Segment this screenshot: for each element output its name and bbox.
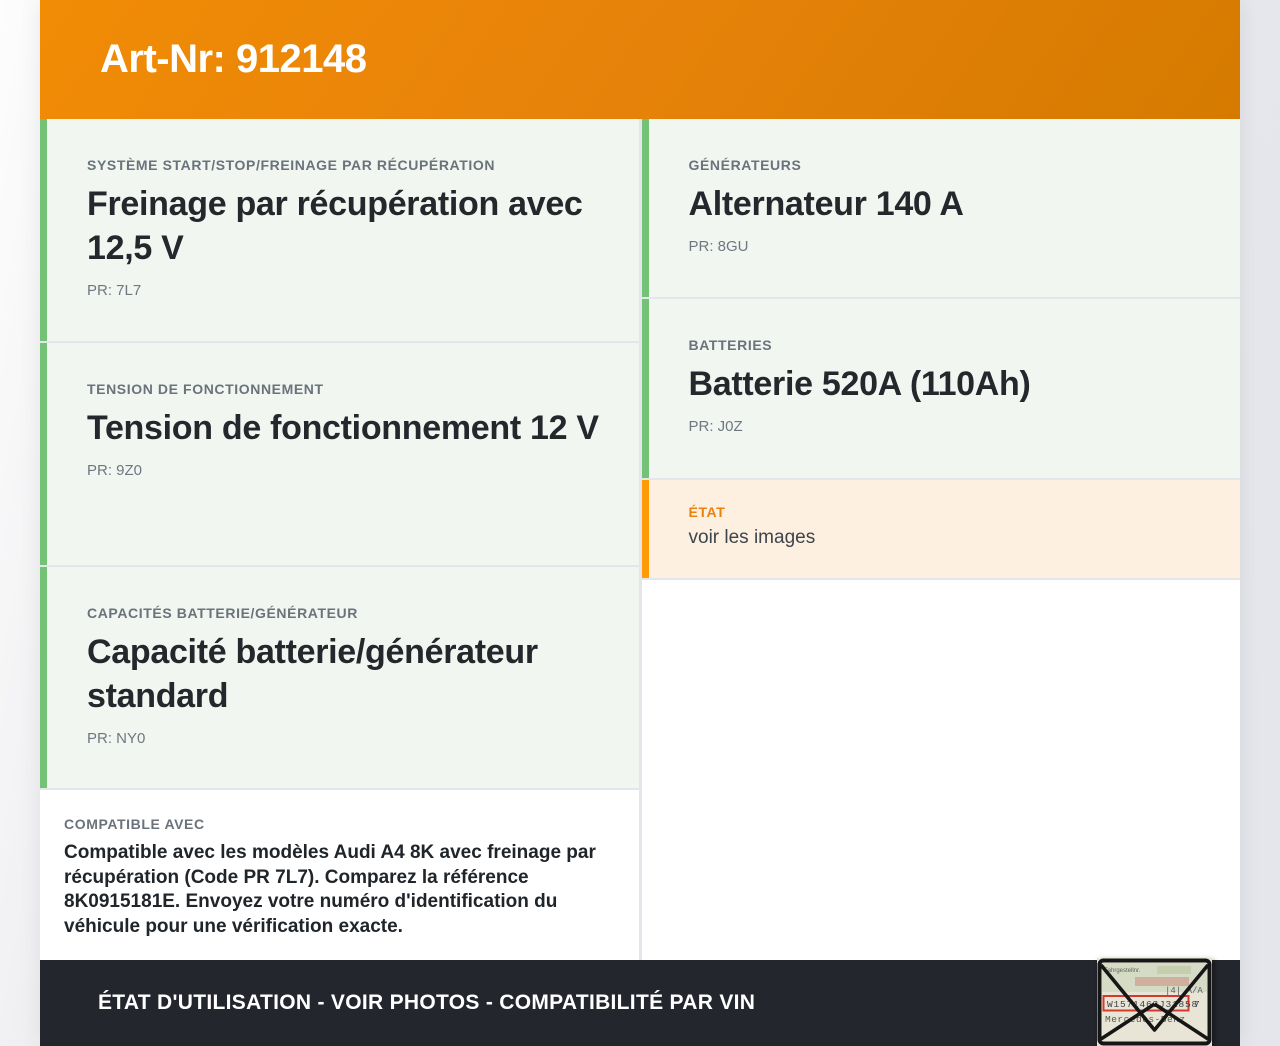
spec-label: BATTERIES (688, 337, 773, 353)
spec-pr-code: PR: 9Z0 (87, 462, 143, 479)
spec-pr-code: PR: NY0 (87, 730, 146, 747)
spec-grid: SYSTÈME START/STOP/FREINAGE PAR RÉCUPÉRA… (40, 119, 1240, 960)
spec-label: CAPACITÉS BATTERIE/GÉNÉRATEUR (87, 605, 358, 621)
spec-label: SYSTÈME START/STOP/FREINAGE PAR RÉCUPÉRA… (87, 157, 496, 173)
spec-title: Batterie 520A (110Ah) (688, 365, 1031, 403)
footer-banner-text: ÉTAT D'UTILISATION - VOIR PHOTOS - COMPA… (98, 991, 756, 1014)
compatibility-label: COMPATIBLE AVEC (64, 816, 205, 832)
spec-label: TENSION DE FONCTIONNEMENT (87, 381, 324, 397)
spec-title: Capacité batterie/générateur standard (87, 633, 538, 715)
spec-title: Tension de fonctionnement 12 V (87, 409, 599, 447)
etat-see-images-text: voir les images (688, 527, 816, 548)
vin-document-envelope-image: Fahrgestellnr. |4| A/A W1571463J31858 7 … (1097, 958, 1212, 1046)
compatibility-card: COMPATIBLE AVEC Compatible avec les modè… (40, 790, 639, 960)
spec-card-tension: TENSION DE FONCTIONNEMENT Tension de fon… (40, 343, 639, 565)
right-column: GÉNÉRATEURS Alternateur 140 A PR: 8GU BA… (641, 119, 1240, 960)
vin-suffix-text: 7 (1194, 999, 1200, 1010)
spec-card-freinage: SYSTÈME START/STOP/FREINAGE PAR RÉCUPÉRA… (40, 119, 639, 341)
left-column: SYSTÈME START/STOP/FREINAGE PAR RÉCUPÉRA… (40, 119, 639, 960)
spec-title: Freinage par récupération avec 12,5 V (87, 185, 583, 267)
header: Art-Nr: 912148 (40, 0, 1240, 119)
spec-card-generateurs: GÉNÉRATEURS Alternateur 140 A PR: 8GU (641, 119, 1240, 297)
spec-card-capacite: CAPACITÉS BATTERIE/GÉNÉRATEUR Capacité b… (40, 567, 639, 788)
envelope-icon: Fahrgestellnr. |4| A/A W1571463J31858 7 … (1097, 958, 1212, 1046)
spec-pr-code: PR: 7L7 (87, 282, 142, 299)
spec-label: GÉNÉRATEURS (688, 157, 802, 173)
right-column-filler (641, 580, 1240, 960)
footer-banner: ÉTAT D'UTILISATION - VOIR PHOTOS - COMPA… (40, 960, 1240, 1046)
spec-card-batteries: BATTERIES Batterie 520A (110Ah) PR: J0Z (641, 299, 1240, 478)
spec-pr-code: PR: J0Z (688, 418, 743, 435)
compatibility-text: Compatible avec les modèles Audi A4 8K a… (64, 842, 596, 937)
spec-title: Alternateur 140 A (688, 185, 964, 223)
listing-page: Art-Nr: 912148 SYSTÈME START/STOP/FREINA… (40, 0, 1240, 1046)
etat-card: ÉTAT voir les images (641, 480, 1240, 578)
spec-pr-code: PR: 8GU (688, 238, 749, 255)
etat-label: ÉTAT (688, 504, 726, 520)
article-number-title: Art-Nr: 912148 (100, 37, 367, 81)
